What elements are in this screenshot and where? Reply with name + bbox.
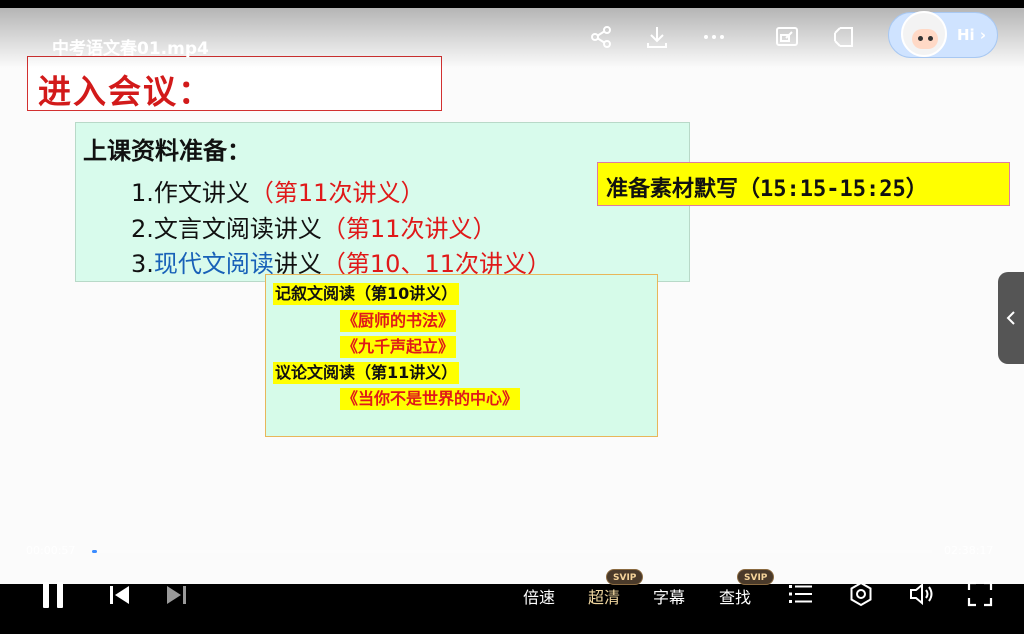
share-icon[interactable]: [586, 22, 616, 52]
chevron-left-icon: [1006, 311, 1015, 325]
previous-icon[interactable]: [108, 585, 132, 609]
speed-button[interactable]: 倍速: [523, 584, 555, 608]
side-panel-toggle[interactable]: [998, 272, 1024, 364]
assistant-avatar: [901, 11, 947, 57]
total-time: 02:38:17: [944, 544, 994, 557]
dictation-box: 准备素材默写（15:15-15:25）: [597, 162, 1010, 206]
video-frame[interactable]: 进入会议： 上课资料准备： 1.作文讲义（第11次讲义） 2.文言文阅读讲义（第…: [0, 8, 1024, 584]
eye-icon[interactable]: [848, 581, 874, 611]
next-icon[interactable]: [164, 585, 188, 609]
cast-icon[interactable]: [830, 22, 860, 52]
reading-box: 记叙文阅读（第10讲义） 《厨师的书法》 《九千声起立》 议论文阅读（第11讲义…: [265, 274, 658, 437]
search-button[interactable]: 查找: [719, 584, 751, 608]
progress-fill: [92, 550, 98, 553]
video-title: 中考语文春01.mp4: [52, 39, 209, 59]
reading-text: 《当你不是世界的中心》: [340, 388, 521, 410]
volume-icon[interactable]: [908, 581, 936, 611]
pause-icon[interactable]: [40, 580, 66, 614]
dictation-label: 准备素材默写（15:15-15:25）: [606, 177, 928, 202]
assistant-button[interactable]: Hi ›: [888, 11, 998, 58]
fullscreen-icon[interactable]: [967, 581, 993, 611]
quality-button[interactable]: 超清: [588, 584, 620, 608]
narrative-heading: 记叙文阅读（第10讲义）: [273, 283, 460, 305]
reading-text: 《九千声起立》: [340, 336, 457, 358]
subtitle-button[interactable]: 字幕: [653, 584, 685, 608]
playlist-icon[interactable]: [788, 582, 814, 610]
materials-heading: 上课资料准备：: [83, 137, 251, 165]
top-bar: 中考语文春01.mp4 Hi ›: [0, 8, 1024, 68]
pip-icon[interactable]: [772, 22, 802, 52]
control-bar: 倍速 SVIP 超清 字幕 SVIP 查找: [0, 566, 1024, 626]
material-item: 2.文言文阅读讲义（第11次讲义）: [131, 215, 497, 243]
material-item: 1.作文讲义（第11次讲义）: [131, 179, 425, 207]
current-time: 00:00:57: [26, 544, 76, 557]
svip-badge: SVIP: [606, 569, 644, 585]
more-icon[interactable]: [699, 22, 729, 52]
progress-bar[interactable]: [92, 550, 932, 553]
assistant-label: Hi ›: [957, 26, 987, 44]
reading-text: 《厨师的书法》: [340, 310, 457, 332]
argument-heading: 议论文阅读（第11讲义）: [273, 362, 460, 384]
slide-title: 进入会议：: [38, 72, 213, 111]
svip-badge: SVIP: [737, 569, 775, 585]
download-icon[interactable]: [642, 22, 672, 52]
